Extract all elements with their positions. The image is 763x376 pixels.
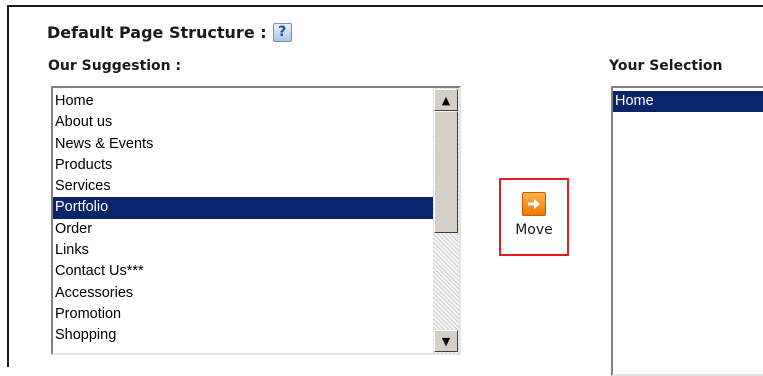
selection-label: Your Selection bbox=[609, 58, 723, 74]
arrow-right-icon bbox=[522, 192, 546, 216]
suggestion-item-contact-us[interactable]: Contact Us*** bbox=[53, 261, 433, 282]
suggestion-item-shopping[interactable]: Shopping bbox=[53, 325, 433, 346]
suggestion-item-news-events[interactable]: News & Events bbox=[53, 134, 433, 155]
suggestion-label: Our Suggestion : bbox=[48, 58, 182, 74]
scroll-up-button[interactable]: ▲ bbox=[434, 89, 458, 111]
selection-listbox[interactable]: Home bbox=[611, 86, 763, 376]
suggestion-listbox[interactable]: Home About us News & Events Products Ser… bbox=[51, 86, 461, 355]
move-button[interactable]: Move bbox=[499, 178, 569, 256]
help-icon[interactable]: ? bbox=[272, 22, 292, 42]
page-structure-heading: Default Page Structure : ? bbox=[47, 21, 292, 43]
suggestion-item-promotion[interactable]: Promotion bbox=[53, 304, 433, 325]
scrollbar-thumb[interactable] bbox=[434, 111, 458, 233]
move-label: Move bbox=[515, 222, 553, 238]
suggestion-item-links[interactable]: Links bbox=[53, 240, 433, 261]
suggestion-item-products[interactable]: Products bbox=[53, 155, 433, 176]
suggestion-item-home[interactable]: Home bbox=[53, 91, 433, 112]
suggestion-item-services[interactable]: Services bbox=[53, 176, 433, 197]
triangle-down-icon: ▼ bbox=[441, 334, 451, 348]
suggestion-item-accessories[interactable]: Accessories bbox=[53, 283, 433, 304]
suggestion-scrollbar[interactable]: ▲ ▼ bbox=[433, 88, 459, 353]
selection-item-home[interactable]: Home bbox=[613, 91, 763, 113]
triangle-up-icon: ▲ bbox=[441, 93, 451, 107]
suggestion-item-about-us[interactable]: About us bbox=[53, 112, 433, 133]
suggestion-item-order[interactable]: Order bbox=[53, 219, 433, 240]
page-structure-title: Default Page Structure : bbox=[47, 22, 267, 42]
scroll-down-button[interactable]: ▼ bbox=[434, 330, 458, 352]
suggestion-item-portfolio[interactable]: Portfolio bbox=[53, 197, 433, 219]
